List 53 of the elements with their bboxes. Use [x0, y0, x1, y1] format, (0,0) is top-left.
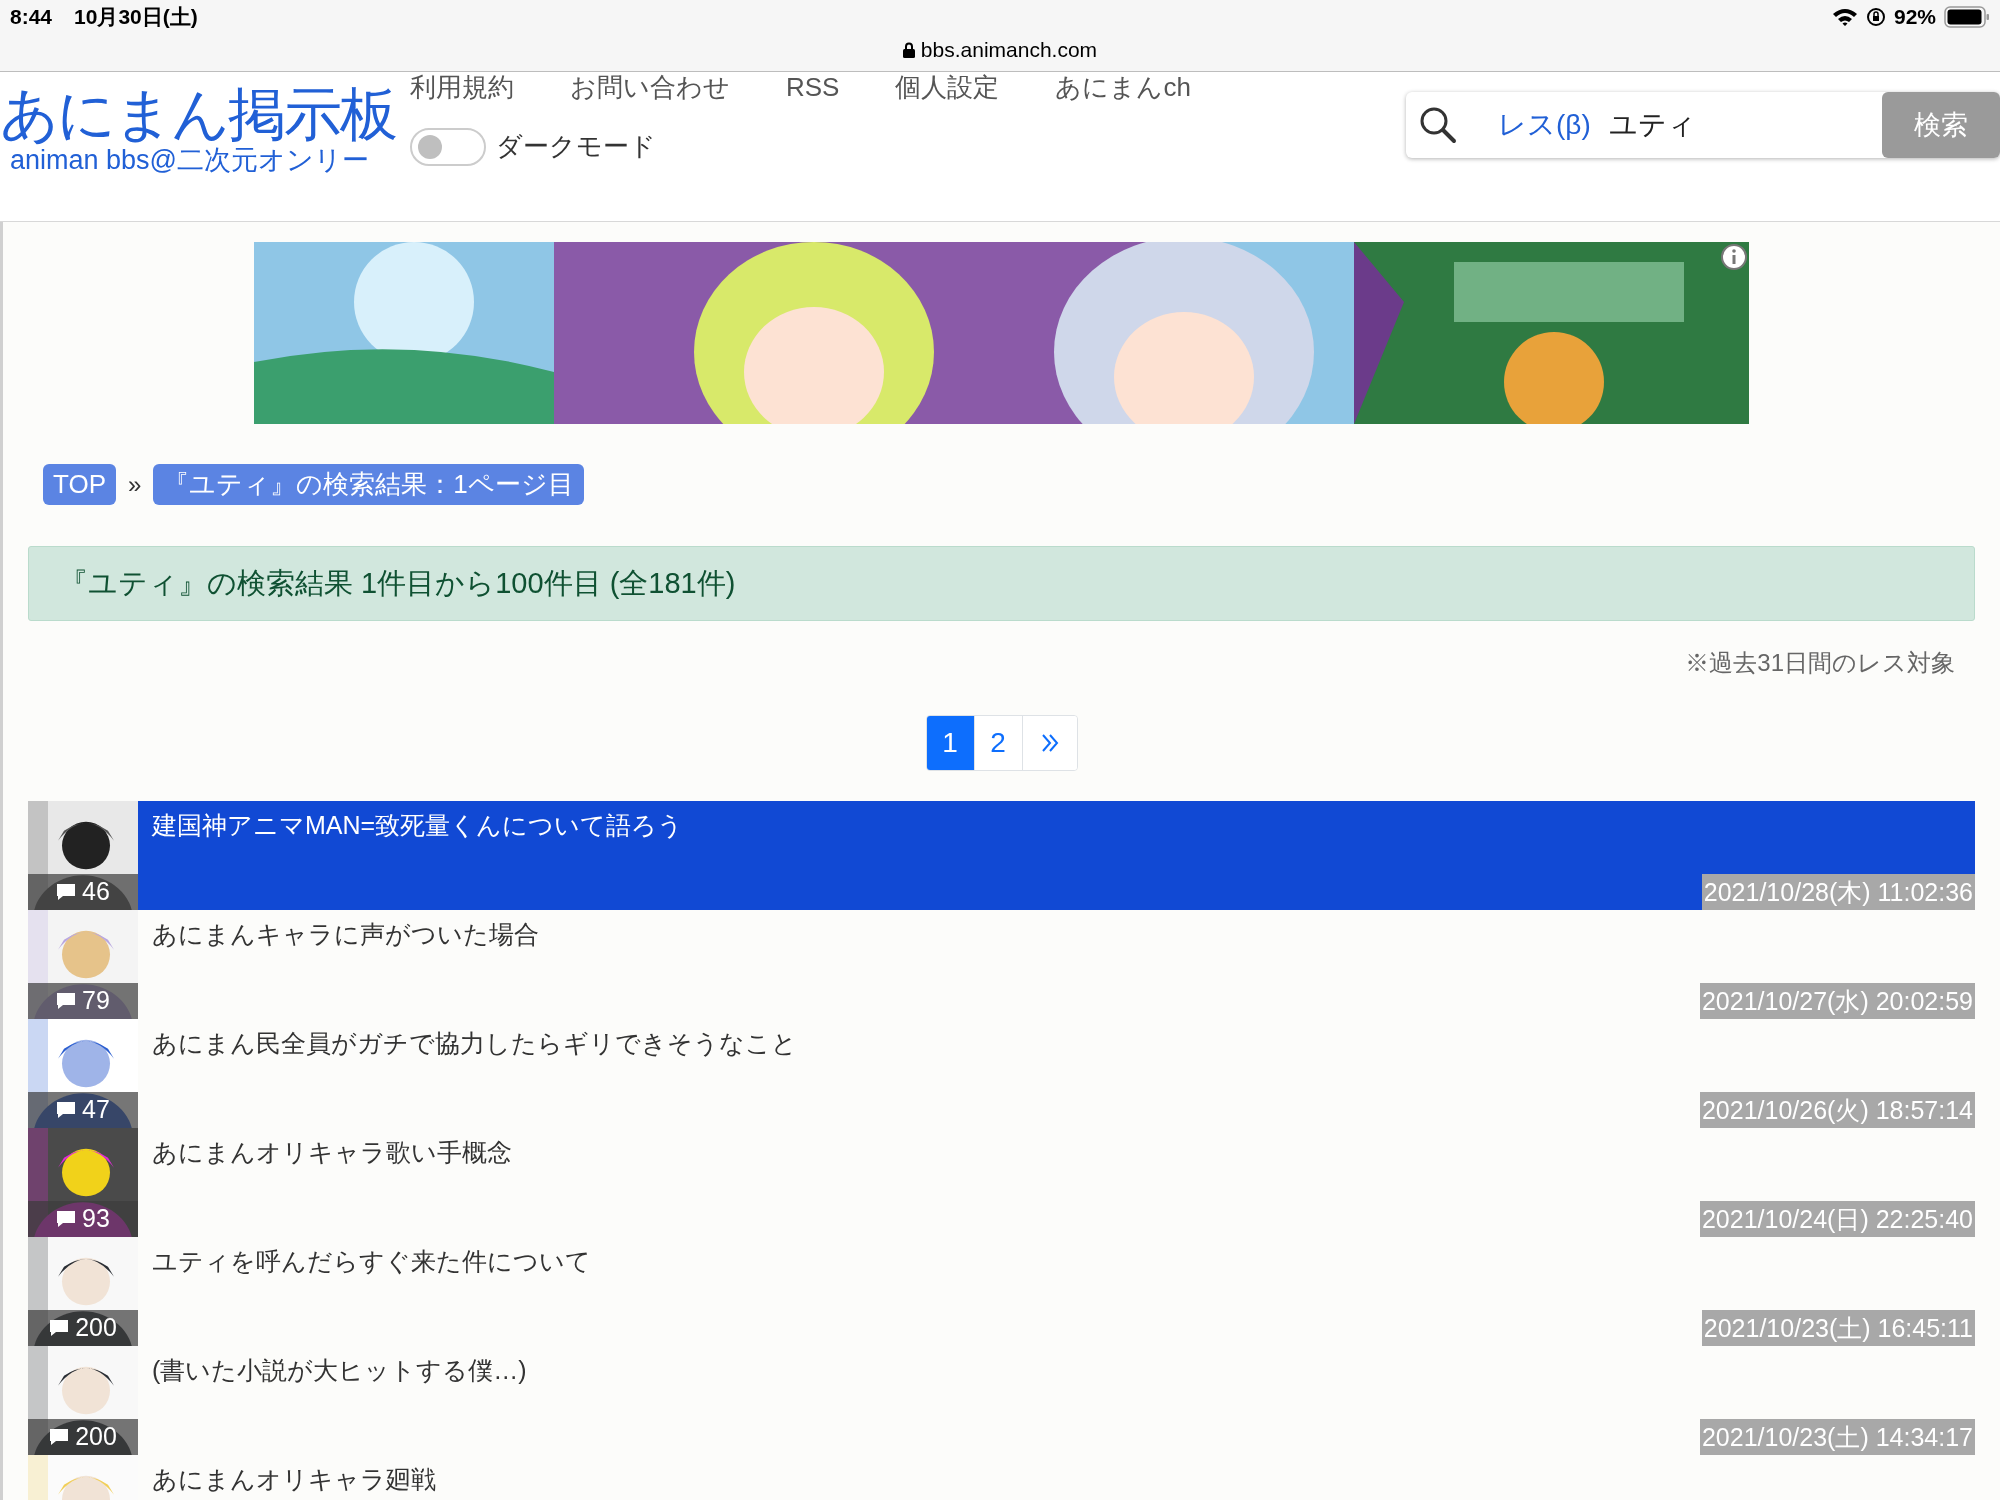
thread-title[interactable]: 建国神アニマMAN=致死量くんについて語ろう: [152, 801, 1975, 845]
search-scope[interactable]: レス(β): [1498, 104, 1591, 146]
comment-icon: [56, 1101, 77, 1119]
battery-percent: 92%: [1893, 4, 1936, 31]
reply-count: 200: [28, 1310, 138, 1346]
status-date: 10月30日(土): [74, 4, 198, 31]
dark-mode-toggle[interactable]: [410, 127, 486, 166]
comment-icon: [56, 1210, 77, 1228]
thread-title[interactable]: (書いた小説が大ヒットする僕…): [152, 1346, 1975, 1390]
url-text[interactable]: bbs.animanch.com: [920, 34, 1098, 66]
breadcrumb-separator: »: [128, 469, 142, 500]
thread-row[interactable]: 46 建国神アニマMAN=致死量くんについて語ろう 2021/10/28(木) 11:02:36: [28, 801, 1975, 910]
nav-link[interactable]: RSS: [786, 72, 840, 102]
reply-count: 46: [28, 874, 138, 910]
search-value: ユティ: [1608, 108, 1696, 142]
nav-link[interactable]: 利用規約: [410, 72, 514, 102]
battery-icon: [1944, 6, 1990, 28]
lock-icon: [902, 41, 915, 58]
thread-date: 2021/10/28(木) 11:02:36: [1701, 874, 1975, 910]
dark-mode-label: ダークモード: [496, 130, 656, 163]
reply-count: 47: [28, 1092, 138, 1128]
rotation-lock-icon: [1865, 7, 1886, 27]
breadcrumb-link[interactable]: 『ユティ』の検索結果：1ページ目: [153, 464, 584, 505]
status-time: 8:44: [10, 4, 53, 31]
nav-link[interactable]: あにまんch: [1055, 72, 1191, 102]
next-page-link[interactable]: [1022, 716, 1077, 770]
thread-title[interactable]: あにまん民全員がガチで協力したらギリできそうなこと: [152, 1019, 1975, 1063]
thread-title[interactable]: あにまんオリキャラ歌い手概念: [152, 1128, 1975, 1172]
site-subtitle: animan bbs@二次元オンリー: [9, 146, 370, 174]
thread-date: 2021/10/27(水) 20:02:59: [1699, 983, 1975, 1019]
wifi-icon: [1831, 7, 1858, 27]
page-link[interactable]: 1: [926, 716, 975, 770]
reply-count: 93: [28, 1201, 138, 1237]
search-field[interactable]: レス(β) ユティ: [1406, 92, 1882, 158]
thread-title[interactable]: ユティを呼んだらすぐ来た件について: [152, 1237, 1975, 1281]
comment-icon: [49, 1319, 70, 1337]
comment-icon: [56, 992, 77, 1010]
nav-link[interactable]: 個人設定: [895, 72, 1000, 102]
thread-date: 2021/10/24(日) 22:25:40: [1699, 1201, 1975, 1237]
page-link[interactable]: 2: [974, 716, 1023, 770]
nav-link[interactable]: お問い合わせ: [570, 72, 730, 102]
breadcrumb-link[interactable]: TOP: [43, 464, 116, 505]
reply-count: 79: [28, 983, 138, 1019]
thread-date: 2021/10/23(土) 14:34:17: [1699, 1419, 1975, 1455]
comment-icon: [56, 883, 77, 901]
double-chevron-icon: [1039, 732, 1060, 754]
thread-date: 2021/10/23(土) 16:45:11: [1701, 1310, 1975, 1346]
search-icon: [1418, 105, 1458, 145]
thread-date: 2021/10/26(火) 18:57:14: [1699, 1092, 1975, 1128]
thread-title[interactable]: あにまんキャラに声がついた場合: [152, 910, 1975, 954]
search-note: ※過去31日間のレス対象: [1685, 648, 1955, 678]
site-logo[interactable]: あにまん掲示板: [0, 82, 410, 146]
result-summary: 『ユティ』の検索結果 1件目から100件目 (全181件): [28, 546, 1975, 621]
